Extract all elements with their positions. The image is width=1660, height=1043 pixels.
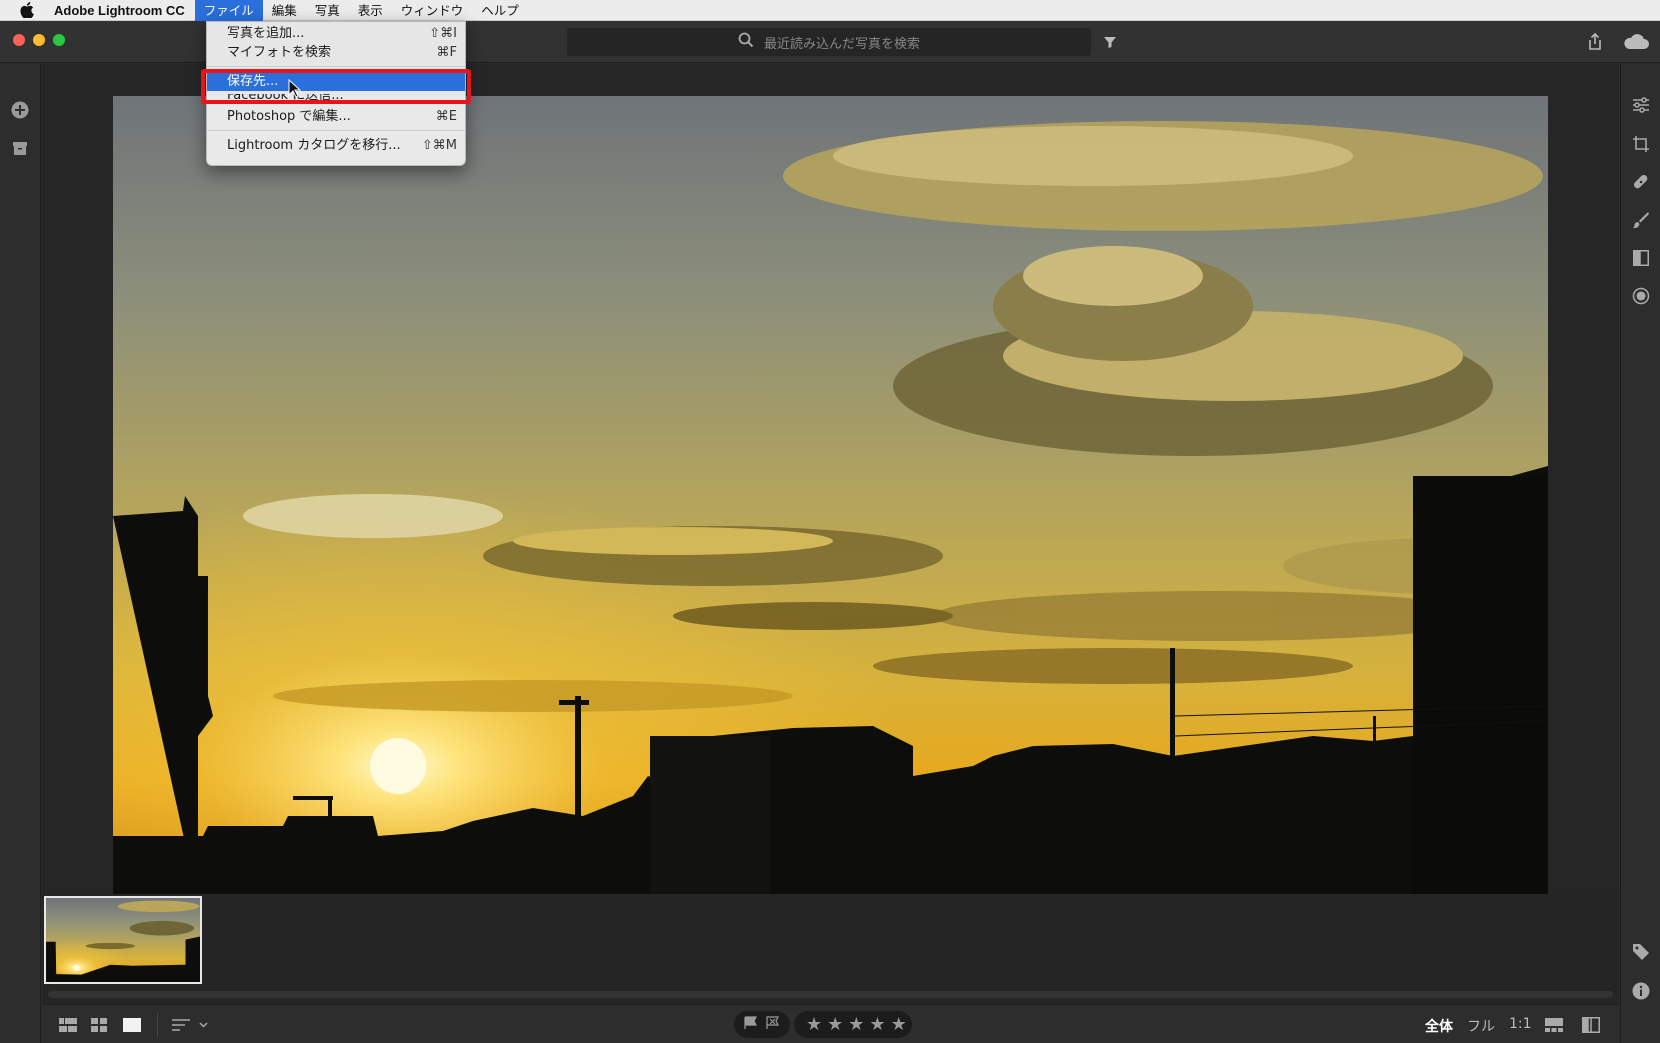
menu-view[interactable]: 表示 <box>349 0 392 21</box>
menu-item-label: 写真を追加... <box>227 26 305 41</box>
menu-item-migrate-catalog[interactable]: Lightroom カタログを移行... ⇧⌘M <box>207 136 465 155</box>
menu-item-shortcut: ⌘E <box>435 109 457 124</box>
search-placeholder: 最近読み込んだ写真を検索 <box>763 36 920 52</box>
menu-help[interactable]: ヘルプ <box>472 0 528 21</box>
toolbar-divider <box>157 1013 158 1037</box>
search-field[interactable]: 最近読み込んだ写真を検索 <box>567 28 1091 56</box>
archive-icon[interactable] <box>10 138 30 158</box>
cloud-sync-icon[interactable] <box>1622 32 1652 52</box>
filter-icon[interactable] <box>1100 32 1120 52</box>
flag-controls <box>734 1011 790 1038</box>
filmstrip-thumbnail[interactable] <box>44 896 202 984</box>
photo-grid-icon[interactable] <box>91 1017 107 1033</box>
radial-gradient-icon[interactable] <box>1630 285 1652 307</box>
compare-icon[interactable] <box>1582 1017 1600 1033</box>
star-3[interactable]: ★ <box>848 1014 864 1035</box>
zoom-fit[interactable]: 全体 <box>1425 1016 1453 1036</box>
star-5[interactable]: ★ <box>891 1014 907 1035</box>
square-grid-icon[interactable] <box>59 1017 77 1033</box>
search-icon <box>738 32 754 52</box>
menu-item-send-to-facebook[interactable]: Facebook に送信... <box>207 94 465 103</box>
menu-item-label: マイフォトを検索 <box>227 45 332 60</box>
healing-icon[interactable] <box>1630 171 1652 193</box>
star-rating: ★ ★ ★ ★ ★ <box>794 1011 912 1038</box>
info-icon[interactable] <box>1630 980 1652 1002</box>
zoom-fill[interactable]: フル <box>1467 1016 1495 1036</box>
right-toolbar <box>1620 64 1660 1043</box>
add-photos-icon[interactable] <box>10 100 30 120</box>
menu-item-label: Photoshop で編集... <box>227 109 351 124</box>
reject-flag-icon[interactable] <box>766 1015 780 1034</box>
filmstrip <box>42 894 1619 1004</box>
main-photo[interactable] <box>113 96 1548 902</box>
linear-gradient-icon[interactable] <box>1630 247 1652 269</box>
left-toolbar <box>0 64 41 1043</box>
menu-item-label: Facebook に送信... <box>227 94 344 103</box>
menu-item-save-to[interactable]: 保存先... <box>207 72 465 91</box>
menu-separator <box>207 66 465 67</box>
minimize-window-button[interactable] <box>33 34 45 46</box>
sort-icon[interactable] <box>172 1017 210 1033</box>
tag-icon[interactable] <box>1630 941 1652 963</box>
menu-photo[interactable]: 写真 <box>306 0 349 21</box>
star-4[interactable]: ★ <box>869 1014 885 1035</box>
filmstrip-toggle-icon[interactable] <box>1545 1017 1563 1033</box>
menu-window[interactable]: ウィンドウ <box>392 0 473 21</box>
pick-flag-icon[interactable] <box>744 1015 758 1034</box>
star-2[interactable]: ★ <box>827 1014 843 1035</box>
menu-item-add-photos[interactable]: 写真を追加... ⇧⌘I <box>207 24 465 43</box>
close-window-button[interactable] <box>13 34 25 46</box>
star-1[interactable]: ★ <box>806 1014 822 1035</box>
menu-separator <box>207 130 465 131</box>
menu-bar: Adobe Lightroom CC ファイル 編集 写真 表示 ウィンドウ ヘ… <box>0 0 1660 21</box>
menu-file[interactable]: ファイル <box>194 0 263 21</box>
mouse-pointer-icon <box>288 78 302 99</box>
detail-view-icon[interactable] <box>123 1017 141 1033</box>
apple-icon[interactable] <box>20 2 40 18</box>
zoom-1-1[interactable]: 1:1 <box>1509 1016 1532 1036</box>
menu-item-search-my-photos[interactable]: マイフォトを検索 ⌘F <box>207 43 465 62</box>
menu-item-shortcut: ⇧⌘I <box>429 26 457 41</box>
lightroom-window: 最近読み込んだ写真を検索 ★ ★ ★ ★ ★ 全体 フル 1:1 <box>0 21 1660 1043</box>
brush-icon[interactable] <box>1630 209 1652 231</box>
zoom-window-button[interactable] <box>53 34 65 46</box>
menu-item-label: 保存先... <box>227 74 279 89</box>
zoom-options: 全体 フル 1:1 <box>1425 1016 1532 1036</box>
menu-item-edit-in-photoshop[interactable]: Photoshop で編集... ⌘E <box>207 107 465 126</box>
share-icon[interactable] <box>1584 31 1606 53</box>
photo-canvas <box>42 64 1619 902</box>
app-name[interactable]: Adobe Lightroom CC <box>54 3 185 18</box>
menu-item-shortcut: ⇧⌘M <box>421 138 457 153</box>
edit-sliders-icon[interactable] <box>1630 94 1652 116</box>
bottom-toolbar: ★ ★ ★ ★ ★ 全体 フル 1:1 <box>42 1004 1619 1043</box>
menu-item-shortcut: ⌘F <box>436 45 457 60</box>
file-menu-dropdown: 写真を追加... ⇧⌘I マイフォトを検索 ⌘F 保存先... Facebook… <box>206 21 466 166</box>
crop-icon[interactable] <box>1630 133 1652 155</box>
menu-edit[interactable]: 編集 <box>263 0 306 21</box>
filmstrip-scrollbar[interactable] <box>48 991 1613 998</box>
menu-item-label: Lightroom カタログを移行... <box>227 138 401 153</box>
